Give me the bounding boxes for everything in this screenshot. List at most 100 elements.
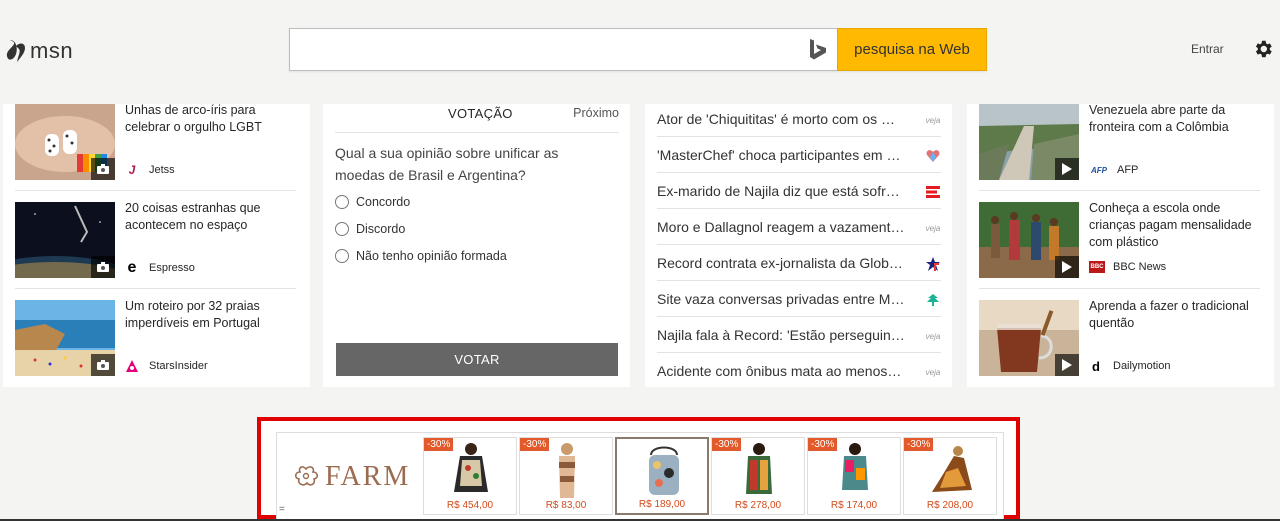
news-thumbnail[interactable] [15, 202, 115, 278]
option-label: Discordo [356, 222, 406, 236]
bbc-logo-icon: BBC [1089, 261, 1105, 273]
source-name: Dailymotion [1113, 360, 1171, 372]
poll-option[interactable]: Discordo [335, 222, 405, 236]
product-tile[interactable]: -30% R$ 278,00 [711, 437, 805, 515]
product-tile[interactable]: -30% R$ 208,00 [903, 437, 997, 515]
product-tile[interactable]: -30% R$ 83,00 [519, 437, 613, 515]
farm-logo[interactable]: FARM [291, 461, 410, 493]
red-e-logo-icon [925, 184, 941, 200]
headlines-card: Ator de 'Chiquititas' é morto com os … v… [645, 86, 952, 387]
news-thumbnail[interactable] [979, 202, 1079, 278]
poll-option[interactable]: Concordo [335, 195, 410, 209]
headline-item[interactable]: Record contrata ex-jornalista da Glob… [657, 244, 941, 281]
headline-text[interactable]: Acidente com ônibus mata ao menos… [657, 363, 915, 379]
search-input[interactable] [298, 35, 802, 65]
ad-banner-highlight: FARM -30% R$ 454,00 -30% R$ 83,00 R$ 189… [257, 417, 1020, 520]
news-source: e Espresso [125, 259, 195, 276]
product-price: R$ 208,00 [926, 500, 974, 511]
product-image [559, 443, 575, 498]
signin-link[interactable]: Entrar [1191, 42, 1224, 56]
news-item[interactable]: Conheça a escola onde crianças pagam men… [979, 200, 1260, 278]
product-price: R$ 83,00 [545, 500, 587, 511]
poll-card: VOTAÇÃO Próximo Qual a sua opinião sobre… [323, 86, 630, 387]
news-card-right: Venezuela abre parte da fronteira com a … [967, 86, 1274, 387]
veja-logo-icon: veja [925, 367, 941, 377]
play-icon[interactable] [1055, 354, 1079, 376]
news-item[interactable]: 20 coisas estranhas que acontecem no esp… [15, 200, 296, 278]
news-source: J Jetss [125, 163, 175, 177]
headline-text[interactable]: Ex-marido de Najila diz que está sofr… [657, 183, 915, 199]
news-item[interactable]: Unhas de arco-íris para celebrar o orgul… [15, 102, 296, 180]
star-logo-icon [925, 256, 941, 272]
headline-item[interactable]: Moro e Dallagnol reagem a vazament… veja [657, 208, 941, 245]
headline-item[interactable]: 'MasterChef' choca participantes em … [657, 136, 941, 173]
divider [15, 288, 296, 289]
search-web-button[interactable]: pesquisa na Web [837, 28, 987, 71]
search-box: pesquisa na Web [289, 28, 987, 71]
headline-text[interactable]: Najila fala à Record: 'Estão perseguin… [657, 327, 915, 343]
play-icon[interactable] [1055, 256, 1079, 278]
poll-title: VOTAÇÃO [448, 106, 513, 121]
headline-text[interactable]: Ator de 'Chiquititas' é morto com os … [657, 111, 915, 127]
headline-item[interactable]: Ator de 'Chiquititas' é morto com os … v… [657, 100, 941, 137]
news-thumbnail[interactable] [15, 300, 115, 376]
news-title[interactable]: Unhas de arco-íris para celebrar o orgul… [125, 102, 295, 136]
news-source: AFP AFP [1089, 163, 1138, 177]
veja-logo-icon: veja [925, 331, 941, 341]
news-source: BBC BBC News [1089, 261, 1166, 273]
vote-button[interactable]: VOTAR [336, 343, 618, 376]
headline-text[interactable]: Record contrata ex-jornalista da Glob… [657, 255, 915, 271]
headline-item[interactable]: Acidente com ônibus mata ao menos… veja [657, 352, 941, 388]
radio-button[interactable] [335, 249, 349, 263]
headline-item[interactable]: Site vaza conversas privadas entre M… [657, 280, 941, 317]
ad-info-icon[interactable]: = [279, 504, 285, 515]
poll-header: VOTAÇÃO Próximo [335, 104, 619, 133]
radio-button[interactable] [335, 195, 349, 209]
option-label: Não tenho opinião formada [356, 249, 507, 263]
product-image [932, 446, 972, 492]
source-name: Jetss [149, 164, 175, 176]
news-item[interactable]: Aprenda a fazer o tradicional quentão d … [979, 298, 1260, 376]
divider [15, 190, 296, 191]
poll-next-link[interactable]: Próximo [573, 106, 619, 120]
afp-logo-icon: AFP [1091, 165, 1107, 175]
news-title[interactable]: 20 coisas estranhas que acontecem no esp… [125, 200, 295, 234]
news-title[interactable]: Um roteiro por 32 praias imperdíveis em … [125, 298, 295, 332]
product-tile[interactable]: -30% R$ 454,00 [423, 437, 517, 515]
msn-logo[interactable]: msn [6, 36, 73, 66]
source-name: StarsInsider [149, 360, 208, 372]
poll-option[interactable]: Não tenho opinião formada [335, 249, 507, 263]
news-title[interactable]: Aprenda a fazer o tradicional quentão [1089, 298, 1259, 332]
news-item[interactable]: Um roteiro por 32 praias imperdíveis em … [15, 298, 296, 376]
headline-text[interactable]: Site vaza conversas privadas entre M… [657, 291, 915, 307]
jetss-logo-icon: J [128, 163, 136, 177]
divider [979, 190, 1260, 191]
news-source: d Dailymotion [1089, 359, 1171, 374]
headline-item[interactable]: Ex-marido de Najila diz que está sofr… [657, 172, 941, 209]
news-thumbnail[interactable] [979, 104, 1079, 180]
product-tile[interactable]: -30% R$ 174,00 [807, 437, 901, 515]
headline-item[interactable]: Najila fala à Record: 'Estão perseguin… … [657, 316, 941, 353]
option-label: Concordo [356, 195, 411, 209]
camera-icon [91, 256, 115, 278]
news-card-left: Unhas de arco-íris para celebrar o orgul… [3, 86, 310, 387]
news-title[interactable]: Conheça a escola onde crianças pagam men… [1089, 200, 1259, 251]
news-title[interactable]: Venezuela abre parte da fronteira com a … [1089, 102, 1259, 136]
product-tile[interactable]: R$ 189,00 [615, 437, 709, 515]
product-image [649, 446, 679, 495]
gear-icon[interactable] [1252, 38, 1274, 60]
msn-logo-text: msn [30, 38, 74, 63]
play-icon[interactable] [1055, 158, 1079, 180]
source-name: AFP [1117, 164, 1139, 176]
headline-text[interactable]: 'MasterChef' choca participantes em … [657, 147, 915, 163]
news-item[interactable]: Venezuela abre parte da fronteira com a … [979, 102, 1260, 180]
ad-banner[interactable]: FARM -30% R$ 454,00 -30% R$ 83,00 R$ 189… [276, 432, 1004, 520]
source-name: BBC News [1113, 261, 1167, 273]
radio-button[interactable] [335, 222, 349, 236]
news-thumbnail[interactable] [15, 104, 115, 180]
headline-text[interactable]: Moro e Dallagnol reagem a vazament… [657, 219, 915, 235]
news-thumbnail[interactable] [979, 300, 1079, 376]
product-price: R$ 278,00 [734, 500, 782, 511]
product-image [454, 443, 488, 492]
msn-butterfly-icon [6, 40, 25, 62]
